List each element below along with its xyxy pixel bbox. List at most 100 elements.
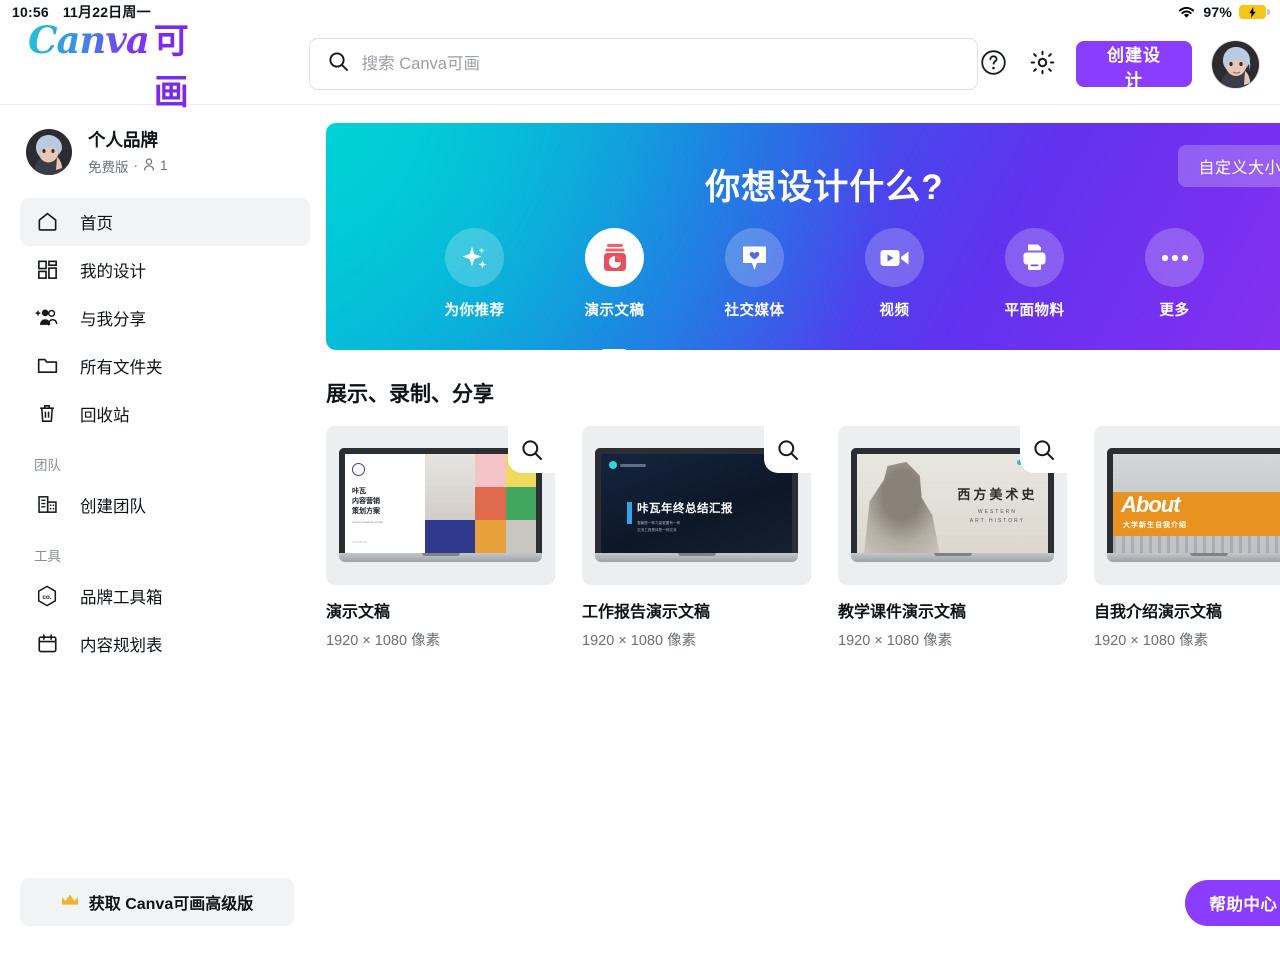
magnifier-icon[interactable] — [1020, 426, 1067, 473]
magnifier-icon[interactable] — [508, 426, 555, 473]
home-icon — [34, 210, 60, 233]
sidebar-item-label: 与我分享 — [80, 310, 146, 329]
category-label: 视频 — [879, 303, 910, 319]
slide-headline: 西方美术史 — [957, 486, 1038, 502]
template-thumbnail[interactable]: 咔瓦 内容营销 策划方案 Content Marketing Plan 2023… — [326, 426, 555, 585]
template-size: 1920 × 1080 像素 — [1094, 633, 1209, 649]
search-input[interactable] — [361, 54, 960, 74]
sidebar-item-shared-with-me[interactable]: 与我分享 — [20, 294, 310, 342]
template-thumbnail[interactable]: 咔瓦年终总结汇报 凝聚是一种力量更要有一种 交流工具是体是一种交流 — [582, 426, 811, 585]
sidebar-item-label: 品牌工具箱 — [80, 588, 163, 607]
settings-button[interactable] — [1027, 49, 1057, 79]
template-thumbnail[interactable]: About 大学新生自我介绍 — [1094, 426, 1280, 585]
slide-logo-badge — [609, 461, 646, 469]
slide-subtitle-2: ART HISTORY — [969, 517, 1026, 524]
template-size: 1920 × 1080 像素 — [326, 633, 441, 649]
sidebar-group-tools-label: 工具 — [34, 548, 61, 564]
sidebar-item-home[interactable]: 首页 — [20, 197, 310, 246]
get-premium-label: 获取 Canva可画高级版 — [88, 896, 254, 913]
gear-icon — [1029, 49, 1056, 79]
category-label: 更多 — [1159, 303, 1190, 319]
category-print[interactable]: 平面物料 — [993, 228, 1077, 320]
battery-charging-icon — [1239, 5, 1270, 19]
page-body: 个人品牌 免费版 · 1 首页 我的设计 与我分享 所有文件夹 回收站 团队 创… — [0, 105, 1280, 960]
category-video[interactable]: 视频 — [853, 228, 937, 320]
template-size: 1920 × 1080 像素 — [582, 633, 697, 649]
template-title: 演示文稿 — [326, 604, 391, 621]
template-title: 工作报告演示文稿 — [582, 604, 711, 621]
building-icon — [34, 493, 60, 516]
slide-subtitle: 大学新生自我介绍 — [1123, 522, 1187, 529]
category-social-media[interactable]: 社交媒体 — [713, 228, 797, 320]
slide-subtitle: 凝聚是一种力量更要有一种 交流工具是体是一种交流 — [637, 521, 681, 532]
slide-subtitle: WESTERN — [977, 508, 1017, 515]
template-card-list: 咔瓦 内容营销 策划方案 Content Marketing Plan 2023… — [326, 426, 1280, 650]
template-card[interactable]: 咔瓦年终总结汇报 凝聚是一种力量更要有一种 交流工具是体是一种交流 工作报告演示… — [582, 426, 811, 650]
sidebar-item-label: 所有文件夹 — [80, 358, 163, 377]
printer-icon — [1005, 228, 1064, 287]
template-size: 1920 × 1080 像素 — [838, 633, 953, 649]
logo-latin-text: Canva — [28, 18, 150, 62]
slide-logo-badge — [352, 463, 365, 476]
template-title: 自我介绍演示文稿 — [1094, 604, 1223, 621]
sidebar-item-all-folders[interactable]: 所有文件夹 — [20, 342, 310, 390]
sidebar-item-my-designs[interactable]: 我的设计 — [20, 246, 310, 294]
grid-icon — [34, 258, 60, 281]
help-icon-button[interactable] — [978, 49, 1008, 79]
slide-subtitle: Content Marketing Plan — [352, 520, 384, 525]
sidebar-item-label: 内容规划表 — [80, 636, 163, 655]
template-card[interactable]: 咔瓦 内容营销 策划方案 Content Marketing Plan 2023… — [326, 426, 555, 650]
slide-footer: 2023.06.05 — [352, 540, 368, 544]
profile-avatar — [26, 129, 72, 176]
category-more[interactable]: 更多 — [1133, 228, 1217, 320]
slide-headline: 咔瓦 内容营销 策划方案 — [352, 488, 380, 516]
search-icon — [328, 51, 349, 77]
category-label: 社交媒体 — [724, 303, 785, 319]
sidebar-item-brand-kit[interactable]: co. 品牌工具箱 — [20, 572, 310, 620]
sidebar-item-trash[interactable]: 回收站 — [20, 390, 310, 438]
wifi-icon — [1177, 5, 1196, 19]
help-center-button[interactable]: 帮助中心 ? — [1185, 880, 1280, 926]
search-bar[interactable] — [308, 38, 979, 90]
category-recommended[interactable]: 为你推荐 — [433, 228, 517, 320]
category-label: 演示文稿 — [584, 303, 645, 319]
sparkle-icon — [445, 228, 504, 287]
profile-name: 个人品牌 — [88, 130, 158, 150]
crown-icon — [61, 893, 79, 912]
sidebar-item-content-planner[interactable]: 内容规划表 — [20, 620, 310, 668]
ellipsis-icon — [1145, 228, 1204, 287]
heart-bubble-icon — [725, 228, 784, 287]
banner-title: 你想设计什么? — [705, 168, 944, 207]
folder-icon — [34, 354, 60, 377]
template-title: 教学课件演示文稿 — [838, 604, 967, 621]
sidebar-group-team-label: 团队 — [34, 457, 61, 473]
magnifier-icon[interactable] — [764, 426, 811, 473]
laptop-mockup: About 大学新生自我介绍 — [1107, 448, 1280, 562]
category-label: 平面物料 — [1004, 303, 1065, 319]
custom-size-button[interactable]: 自定义大小 — [1178, 145, 1280, 187]
avatar[interactable] — [1211, 39, 1260, 89]
trash-icon — [34, 402, 60, 425]
video-camera-icon — [865, 228, 924, 287]
section-title: 展示、录制、分享 — [326, 383, 494, 406]
template-card[interactable]: About 大学新生自我介绍 自我介绍演示文稿 1920 × 1080 像素 — [1094, 426, 1280, 650]
sidebar-profile[interactable]: 个人品牌 免费版 · 1 — [20, 129, 310, 198]
get-premium-button[interactable]: 获取 Canva可画高级版 — [20, 878, 294, 926]
canva-logo[interactable]: Canva 可画 — [28, 13, 228, 115]
create-design-button[interactable]: 创建设计 — [1076, 41, 1192, 90]
profile-plan: 免费版 — [88, 159, 129, 175]
person-icon — [143, 158, 155, 174]
category-label: 为你推荐 — [444, 303, 505, 319]
sidebar-item-label: 我的设计 — [80, 262, 146, 281]
category-presentation[interactable]: 演示文稿 — [573, 228, 657, 320]
help-center-label: 帮助中心 — [1209, 896, 1278, 914]
banner-category-list: 为你推荐 演示文稿 社交媒体 视频 平面物料 更多 — [326, 228, 1280, 320]
banner-pointer — [602, 349, 626, 362]
template-card[interactable]: 西方美术史 WESTERN ART HISTORY 教学课件演示文稿 1920 … — [838, 426, 1067, 650]
sidebar-item-create-team[interactable]: 创建团队 — [20, 481, 310, 529]
profile-member-count: 1 — [160, 158, 168, 174]
question-circle-icon — [980, 49, 1007, 79]
profile-separator: · — [133, 158, 139, 174]
template-thumbnail[interactable]: 西方美术史 WESTERN ART HISTORY — [838, 426, 1067, 585]
sidebar: 个人品牌 免费版 · 1 首页 我的设计 与我分享 所有文件夹 回收站 团队 创… — [0, 105, 326, 960]
